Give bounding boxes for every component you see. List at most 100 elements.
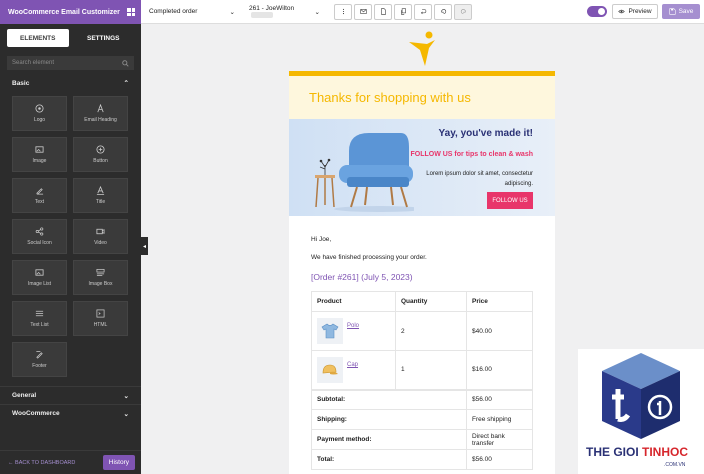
collapse-sidebar-handle[interactable]: ◂	[141, 237, 148, 255]
product-cell: Cap	[311, 350, 396, 390]
image-icon	[35, 146, 44, 153]
element-label: Image List	[27, 281, 52, 287]
more-vertical-icon	[342, 8, 344, 15]
product-cell: Polo	[311, 311, 396, 351]
section-general[interactable]: General ⌄	[0, 386, 141, 404]
share-icon	[35, 227, 44, 236]
preview-button[interactable]: Preview	[612, 4, 658, 19]
element-label: Social Icon	[27, 240, 52, 246]
element-title[interactable]: Title	[73, 178, 128, 213]
element-label: Email Heading	[84, 117, 117, 123]
polo-thumbnail	[317, 318, 343, 344]
quantity-cell: 1	[395, 350, 467, 390]
preview-label: Preview	[628, 8, 652, 15]
button-icon	[96, 145, 105, 154]
banner-image[interactable]: Yay, you've made it! FOLLOW US for tips …	[289, 119, 555, 216]
chevron-down-icon: ⌄	[123, 392, 129, 400]
reset-button[interactable]	[414, 3, 432, 20]
element-video[interactable]: Video	[73, 219, 128, 254]
element-image[interactable]: Image	[12, 137, 67, 172]
section-basic[interactable]: Basic ⌃	[0, 74, 141, 92]
text-icon	[36, 188, 44, 195]
basic-panel: Logo Email Heading Image Button Text Tit…	[6, 92, 135, 383]
table-row: Cap 1 $16.00	[311, 350, 533, 390]
watermark-text-a: THE GIOI	[586, 445, 643, 459]
section-basic-label: Basic	[12, 79, 30, 87]
search-placeholder: Search element	[12, 60, 55, 66]
table-row: Polo 2 $40.00	[311, 311, 533, 351]
email-content: Hi Joe, We have finished processing your…	[289, 216, 555, 470]
order-heading-link[interactable]: [Order #261] (July 5, 2023)	[311, 272, 533, 282]
list-icon	[35, 310, 44, 317]
back-to-dashboard-link[interactable]: ← BACK TO DASHBOARD	[8, 460, 75, 466]
element-image-list[interactable]: Image List	[12, 260, 67, 295]
quantity-cell: 2	[395, 311, 467, 351]
tab-elements[interactable]: ELEMENTS	[7, 29, 69, 47]
element-logo[interactable]: Logo	[12, 96, 67, 131]
total-label: Shipping:	[311, 409, 467, 430]
column-header: Price	[466, 291, 533, 312]
banner-title: Yay, you've made it!	[438, 128, 533, 139]
dark-mode-toggle[interactable]	[587, 6, 607, 17]
code-icon	[96, 309, 105, 318]
order-select[interactable]: 261 - JoeWilton ⌄	[241, 3, 326, 21]
element-text-list[interactable]: Text List	[12, 301, 67, 336]
section-woocommerce[interactable]: WooCommerce ⌄	[0, 404, 141, 422]
heading-icon	[97, 104, 104, 113]
image-list-icon	[35, 269, 44, 276]
copy-icon	[400, 8, 406, 15]
cube-logo-icon	[602, 353, 680, 439]
element-label: Video	[94, 240, 107, 246]
shirt-icon	[321, 323, 339, 339]
history-button[interactable]: History	[102, 455, 135, 470]
column-header: Quantity	[395, 291, 467, 312]
logo-icon	[35, 104, 44, 113]
product-link[interactable]: Polo	[347, 323, 359, 329]
sidebar-tabs: ELEMENTS SETTINGS	[0, 24, 141, 52]
element-grid: Logo Email Heading Image Button Text Tit…	[6, 92, 135, 383]
message-text[interactable]: We have finished processing your order.	[311, 254, 533, 261]
table-row: Shipping: Free shipping	[311, 409, 533, 430]
element-html[interactable]: HTML	[73, 301, 128, 336]
template-select[interactable]: Completed order ⌄	[141, 3, 241, 21]
send-email-button[interactable]	[354, 3, 372, 20]
total-value: $56.00	[466, 388, 533, 410]
product-link[interactable]: Cap	[347, 362, 358, 368]
total-value: Free shipping	[466, 409, 533, 430]
order-value: 261 - JoeWilton	[249, 4, 295, 12]
mail-icon	[359, 9, 367, 14]
order-table[interactable]: Product Quantity Price Polo 2 $40.00 Cap…	[311, 291, 533, 470]
save-button[interactable]: Save	[662, 4, 700, 19]
watermark-sub: .COM.VN	[664, 462, 686, 468]
follow-us-button[interactable]: FOLLOW US	[487, 192, 533, 209]
watermark-text-b: TINHOC	[642, 445, 689, 459]
tab-settings[interactable]: SETTINGS	[73, 29, 135, 47]
total-value: $56.00	[466, 449, 533, 470]
element-social-icon[interactable]: Social Icon	[12, 219, 67, 254]
table-header-row: Product Quantity Price	[311, 291, 533, 312]
email-heading-block[interactable]: Thanks for shopping with us	[289, 76, 555, 119]
element-footer[interactable]: Footer	[12, 342, 67, 377]
document-button[interactable]	[374, 3, 392, 20]
chevron-down-icon: ⌄	[229, 8, 235, 16]
element-label: Text	[34, 199, 45, 205]
more-options-button[interactable]	[334, 3, 352, 20]
element-button[interactable]: Button	[73, 137, 128, 172]
redacted-name	[251, 11, 273, 18]
grid-icon[interactable]	[127, 8, 135, 16]
copy-button[interactable]	[394, 3, 412, 20]
total-label: Total:	[311, 449, 467, 470]
search-element-input[interactable]: Search element	[7, 56, 134, 70]
element-email-heading[interactable]: Email Heading	[73, 96, 128, 131]
element-text[interactable]: Text	[12, 178, 67, 213]
redo-button[interactable]	[454, 3, 472, 20]
greeting-text[interactable]: Hi Joe,	[311, 236, 533, 243]
element-image-box[interactable]: Image Box	[73, 260, 128, 295]
brand-logo[interactable]	[405, 30, 441, 68]
column-header: Product	[311, 291, 396, 312]
save-icon	[668, 8, 676, 15]
undo-button[interactable]	[434, 3, 452, 20]
undo-icon	[440, 9, 446, 14]
back-label: BACK TO DASHBOARD	[15, 459, 76, 466]
save-label: Save	[678, 8, 694, 15]
